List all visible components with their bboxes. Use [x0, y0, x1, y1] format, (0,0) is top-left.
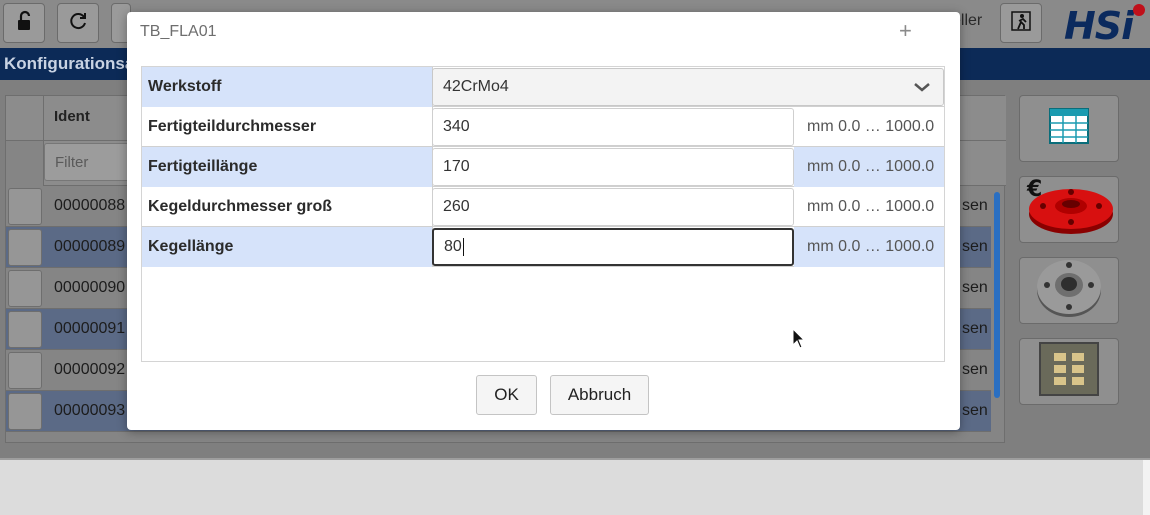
close-button[interactable]: + [899, 18, 912, 44]
select-value: 42CrMo4 [443, 78, 509, 95]
table-icon [1049, 108, 1089, 149]
row-ident: 00000090 [54, 279, 126, 296]
euro-flange-icon: € [1023, 176, 1115, 243]
field-label: Fertigteillänge [142, 147, 433, 187]
row-select[interactable] [8, 393, 42, 430]
dialog-title: TB_FLA01 [140, 23, 217, 40]
svg-text:€: € [1026, 177, 1042, 202]
input-value: 170 [443, 158, 470, 175]
field-row-kegellaenge: Kegellänge 80 mm 0.0 … 1000.0 [142, 227, 944, 267]
row-ident: 00000091 [54, 320, 126, 337]
table-view-button[interactable] [1019, 95, 1119, 162]
field-unit: mm 0.0 … 1000.0 [807, 198, 935, 215]
nav-title: Konfigurationsa [4, 54, 135, 73]
row-select[interactable] [8, 352, 42, 389]
refresh-button[interactable] [57, 3, 99, 43]
field-row-werkstoff: Werkstoff 42CrMo4 [142, 67, 944, 107]
field-row-fertigteildurchmesser: Fertigteildurchmesser 340 mm 0.0 … 1000.… [142, 107, 944, 147]
field-label: Werkstoff [142, 67, 433, 107]
column-header-ident[interactable]: Ident [54, 108, 90, 125]
exit-icon [1010, 10, 1032, 37]
werkstoff-select[interactable]: 42CrMo4 [432, 68, 944, 106]
field-row-fertigteillaenge: Fertigteillänge 170 mm 0.0 … 1000.0 [142, 147, 944, 187]
logo-dot [1133, 4, 1145, 16]
refresh-icon [67, 10, 89, 37]
row-ident: 00000089 [54, 238, 126, 255]
input-value: 340 [443, 118, 470, 135]
unlock-button[interactable] [3, 3, 45, 43]
row-select[interactable] [8, 188, 42, 225]
price-flange-button[interactable]: € [1019, 176, 1119, 243]
exit-button[interactable] [1000, 3, 1042, 43]
field-unit: mm 0.0 … 1000.0 [807, 118, 935, 135]
flange-icon [1034, 257, 1104, 324]
hsi-logo: HSi [1064, 4, 1134, 48]
mouse-cursor-icon [792, 327, 806, 350]
row-select[interactable] [8, 270, 42, 307]
grid-scrollbar[interactable] [994, 192, 1000, 398]
input-value: 260 [443, 198, 470, 215]
field-row-kegeldurchmesser: Kegeldurchmesser groß 260 mm 0.0 … 1000.… [142, 187, 944, 227]
plate-icon [1036, 339, 1102, 404]
field-unit: mm 0.0 … 1000.0 [794, 147, 944, 187]
kegellaenge-input[interactable]: 80 [432, 228, 794, 266]
parameter-form: Werkstoff 42CrMo4 Fertigteildurchmesser … [141, 66, 945, 362]
unlock-icon [13, 10, 35, 37]
fertigteildurchmesser-input[interactable]: 340 [432, 108, 794, 146]
row-tail: sen [962, 279, 988, 296]
kegeldurchmesser-input[interactable]: 260 [432, 188, 794, 226]
field-label: Fertigteildurchmesser [142, 107, 433, 147]
row-tail: sen [962, 361, 988, 378]
field-unit: mm 0.0 … 1000.0 [794, 227, 944, 267]
field-label: Kegellänge [142, 227, 433, 267]
status-strip [0, 458, 1150, 515]
row-ident: 00000093 [54, 402, 126, 419]
fertigteillaenge-input[interactable]: 170 [432, 148, 794, 186]
row-ident: 00000092 [54, 361, 126, 378]
row-select[interactable] [8, 229, 42, 266]
row-tail: sen [962, 320, 988, 337]
chevron-down-icon[interactable] [911, 76, 933, 98]
flange-part-button[interactable] [1019, 257, 1119, 324]
text-caret [462, 238, 464, 256]
status-strip-edge [1143, 460, 1150, 515]
row-ident: 00000088 [54, 197, 126, 214]
parameter-dialog: TB_FLA01 + Werkstoff 42CrMo4 Fertigteild… [127, 12, 960, 430]
plate-part-button[interactable] [1019, 338, 1119, 405]
row-select[interactable] [8, 311, 42, 348]
cancel-button[interactable]: Abbruch [550, 375, 649, 415]
row-tail: sen [962, 238, 988, 255]
ok-button[interactable]: OK [476, 375, 537, 415]
row-tail: sen [962, 402, 988, 419]
row-tail: sen [962, 197, 988, 214]
field-label: Kegeldurchmesser groß [142, 187, 433, 227]
input-value: 80 [444, 238, 462, 255]
grid-corner [6, 96, 44, 186]
